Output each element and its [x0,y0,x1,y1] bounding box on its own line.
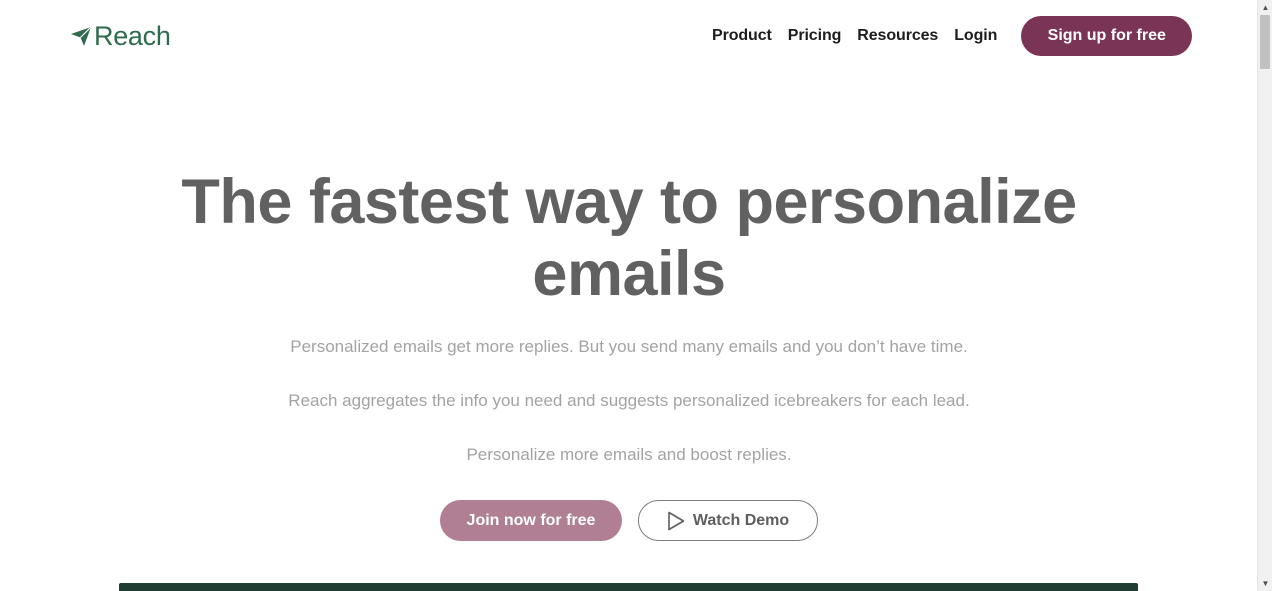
top-nav: Product Pricing Resources Login Sign up … [712,16,1193,56]
logo-link[interactable]: Reach [70,20,171,52]
hero-paragraph-3: Personalize more emails and boost replie… [466,445,792,464]
watch-demo-button[interactable]: Watch Demo [638,500,818,541]
hero-paragraph-1: Personalized emails get more replies. Bu… [290,337,968,356]
page-viewport: Reach Product Pricing Resources Login Si… [0,0,1257,591]
nav-resources-link[interactable]: Resources [857,16,938,56]
play-icon [667,511,685,531]
hero-title: The fastest way to personalize emails [120,166,1138,310]
hero-title-line-2: emails [532,239,726,309]
scroll-up-arrow-icon[interactable]: ▲ [1258,0,1272,15]
scroll-down-arrow-icon[interactable]: ▼ [1258,576,1272,591]
hero-paragraph-2: Reach aggregates the info you need and s… [288,391,970,410]
nav-pricing-link[interactable]: Pricing [788,16,842,56]
hero-title-line-1: The fastest way to personalize [181,167,1077,237]
product-preview-band [119,583,1138,591]
cta-row: Join now for free Watch Demo [440,500,818,541]
paper-plane-icon [70,25,92,47]
vertical-scrollbar[interactable]: ▲ ▼ [1257,0,1272,591]
nav-product-link[interactable]: Product [712,16,772,56]
watch-demo-label: Watch Demo [692,511,790,529]
logo-text: Reach [94,21,171,51]
scrollbar-thumb[interactable] [1260,15,1270,69]
join-now-button[interactable]: Join now for free [440,500,622,541]
signup-button[interactable]: Sign up for free [1021,16,1193,56]
nav-login-link[interactable]: Login [954,16,997,56]
